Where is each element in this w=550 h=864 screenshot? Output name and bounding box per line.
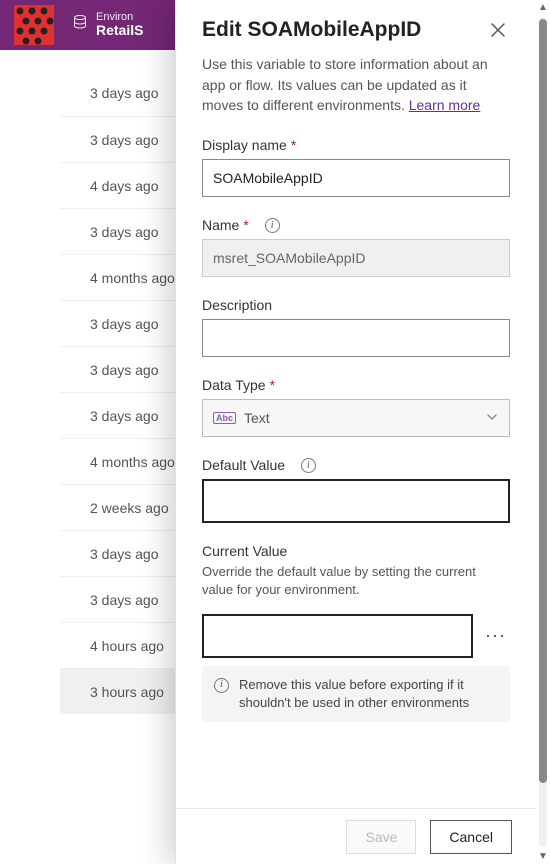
- database-icon: [72, 14, 88, 35]
- default-value-label: Default Value i: [202, 457, 510, 473]
- scroll-down-arrow-icon: ▼: [538, 851, 548, 862]
- environment-picker[interactable]: Environ RetailS: [72, 11, 143, 38]
- edit-variable-panel: Edit SOAMobileAppID Use this variable to…: [175, 0, 550, 864]
- data-type-select[interactable]: Abc Text: [202, 399, 510, 437]
- current-value-label: Current Value: [202, 543, 510, 559]
- current-value-hint: Override the default value by setting th…: [202, 563, 510, 599]
- learn-more-link[interactable]: Learn more: [409, 97, 481, 113]
- display-name-label: Display name *: [202, 137, 510, 153]
- text-type-icon: Abc: [213, 412, 236, 424]
- panel-description: Use this variable to store information a…: [202, 54, 510, 115]
- panel-footer: Save Cancel: [176, 808, 536, 864]
- panel-title: Edit SOAMobileAppID: [202, 18, 421, 42]
- name-input: [202, 239, 510, 277]
- panel-scrollbar[interactable]: ▲ ▼: [536, 0, 550, 864]
- info-icon[interactable]: i: [301, 458, 316, 473]
- current-value-input[interactable]: [202, 614, 473, 658]
- default-value-input[interactable]: [202, 479, 510, 523]
- chevron-down-icon: [485, 410, 499, 427]
- export-warning: i Remove this value before exporting if …: [202, 666, 510, 722]
- info-icon: i: [214, 678, 229, 693]
- description-input[interactable]: [202, 319, 510, 357]
- app-tile-icon: [8, 0, 60, 50]
- close-icon: [490, 22, 506, 38]
- info-icon[interactable]: i: [265, 218, 280, 233]
- ellipsis-icon: ···: [485, 625, 506, 645]
- display-name-input[interactable]: [202, 159, 510, 197]
- data-type-label: Data Type *: [202, 377, 510, 393]
- more-options-button[interactable]: ···: [481, 621, 510, 650]
- save-button[interactable]: Save: [346, 820, 416, 854]
- name-label: Name * i: [202, 217, 510, 233]
- env-label: Environ: [96, 11, 143, 23]
- cancel-button[interactable]: Cancel: [430, 820, 512, 854]
- env-name: RetailS: [96, 23, 143, 38]
- description-label: Description: [202, 297, 510, 313]
- close-button[interactable]: [486, 18, 510, 44]
- scroll-up-arrow-icon: ▲: [538, 2, 548, 13]
